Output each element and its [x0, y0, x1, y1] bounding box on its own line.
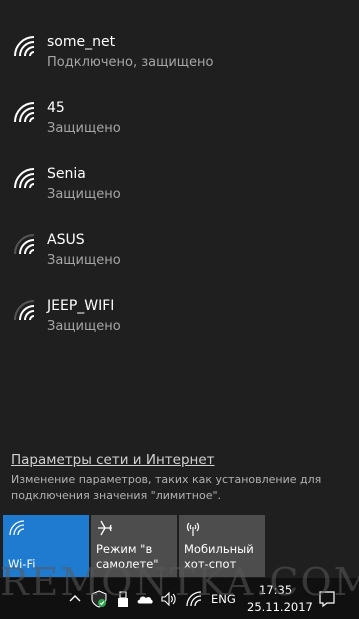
- network-status: Защищено: [47, 253, 121, 268]
- network-ssid: some_net: [47, 34, 116, 50]
- network-item-45[interactable]: 45 Защищено: [0, 80, 359, 146]
- action-center-icon[interactable]: [317, 589, 337, 609]
- wifi-full-icon: [14, 168, 35, 189]
- network-item-jeep-wifi[interactable]: JEEP_WIFI Защищено: [0, 278, 359, 344]
- network-ssid: 45: [47, 100, 65, 116]
- taskbar: ENG 17:35 25.11.2017: [0, 578, 359, 619]
- onedrive-cloud-icon[interactable]: [136, 590, 154, 608]
- network-status: Подключено, защищено: [47, 55, 214, 70]
- tile-label: Режим "в самолете": [96, 542, 159, 571]
- network-ssid: JEEP_WIFI: [47, 298, 115, 314]
- wifi-toggle-tile[interactable]: Wi-Fi: [3, 515, 89, 577]
- tile-label: Wi-Fi: [8, 557, 36, 571]
- network-item-some-net[interactable]: some_net Подключено, защищено: [0, 14, 359, 80]
- network-status: Защищено: [47, 121, 121, 136]
- network-status: Защищено: [47, 187, 121, 202]
- wifi-medium-icon: [14, 234, 35, 255]
- network-flyout: some_net Подключено, защищено 45 Защищен…: [0, 0, 359, 578]
- network-settings-description: Изменение параметров, таких как установл…: [11, 473, 322, 502]
- clock-date[interactable]: 25.11.2017: [247, 600, 313, 614]
- airplane-icon: [98, 520, 112, 536]
- airplane-mode-tile[interactable]: Режим "в самолете": [91, 515, 177, 577]
- wifi-full-icon: [14, 36, 35, 57]
- hotspot-icon: [186, 522, 200, 536]
- tile-label: Мобильный хот-спот: [184, 542, 254, 571]
- defender-shield-icon[interactable]: [90, 590, 108, 608]
- usb-device-icon[interactable]: [114, 590, 132, 608]
- network-item-senia[interactable]: Senia Защищено: [0, 146, 359, 212]
- clock-time[interactable]: 17:35: [259, 583, 292, 597]
- network-wifi-icon[interactable]: [185, 590, 203, 608]
- mobile-hotspot-tile[interactable]: Мобильный хот-спот: [179, 515, 265, 577]
- network-status: Защищено: [47, 319, 121, 334]
- network-ssid: ASUS: [47, 232, 85, 248]
- wifi-icon: [9, 520, 25, 536]
- wifi-medium-icon: [14, 300, 35, 321]
- wifi-full-icon: [14, 102, 35, 123]
- volume-icon[interactable]: [160, 590, 178, 608]
- chevron-up-icon[interactable]: [66, 590, 84, 608]
- network-item-asus[interactable]: ASUS Защищено: [0, 212, 359, 278]
- network-settings-link[interactable]: Параметры сети и Интернет: [11, 452, 215, 468]
- network-ssid: Senia: [47, 166, 86, 182]
- input-language-indicator[interactable]: ENG: [211, 592, 236, 606]
